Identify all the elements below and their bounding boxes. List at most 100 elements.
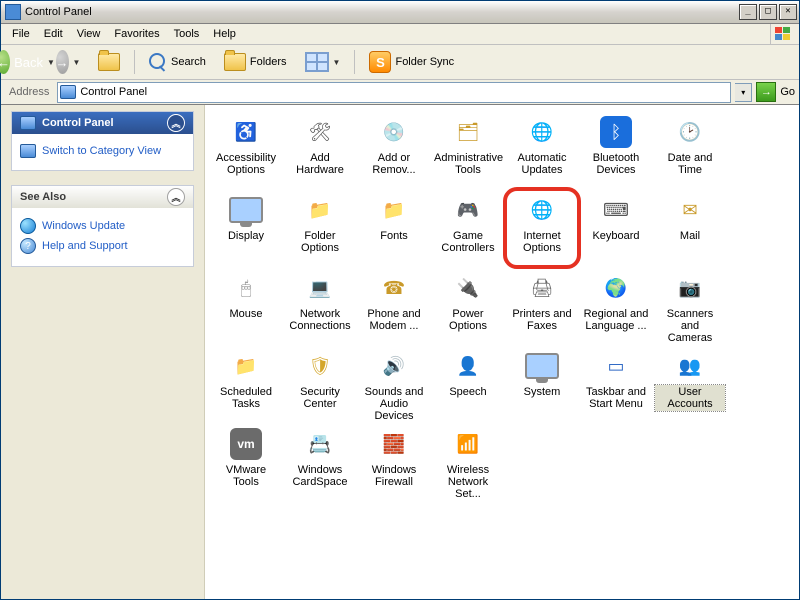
date-time-icon: 🕑 [673, 115, 707, 149]
forward-button[interactable]: → ▼ [49, 49, 87, 75]
folders-button[interactable]: Folders [217, 48, 294, 76]
item-phone-modem[interactable]: ☎Phone and Modem ... [359, 269, 429, 345]
link-label: Switch to Category View [42, 145, 161, 157]
item-scanners-cameras[interactable]: 📷Scanners and Cameras [655, 269, 725, 345]
back-label: Back [14, 55, 43, 70]
sidebar: Control Panel ︽ Switch to Category View … [1, 105, 205, 599]
item-wireless[interactable]: 📶Wireless Network Set... [433, 425, 503, 501]
explorer-body: Control Panel ︽ Switch to Category View … [1, 105, 799, 599]
view-mode-button[interactable]: ▼ [298, 48, 348, 76]
item-internet-options[interactable]: 🌐Internet Options [507, 191, 577, 267]
item-sounds[interactable]: 🔊Sounds and Audio Devices [359, 347, 429, 423]
item-user-accounts[interactable]: 👥User Accounts [655, 347, 725, 423]
mouse-icon: 🖱 [229, 271, 263, 305]
panel-title: Control Panel [42, 117, 114, 129]
mail-icon: ✉ [673, 193, 707, 227]
item-display[interactable]: Display [211, 191, 281, 267]
folder-sync-button[interactable]: S Folder Sync [362, 48, 461, 76]
item-system[interactable]: System [507, 347, 577, 423]
go-arrow-icon: → [761, 86, 772, 98]
item-power-options[interactable]: 🔌Power Options [433, 269, 503, 345]
link-help-support[interactable]: ? Help and Support [20, 236, 185, 256]
item-label: Phone and Modem ... [359, 307, 429, 333]
item-label: Add Hardware [285, 151, 355, 177]
item-label: Printers and Faxes [507, 307, 577, 333]
item-taskbar[interactable]: ▭Taskbar and Start Menu [581, 347, 651, 423]
item-security-center[interactable]: 🛡Security Center [285, 347, 355, 423]
address-dropdown[interactable]: ▾ [735, 83, 752, 102]
link-windows-update[interactable]: Windows Update [20, 216, 185, 236]
item-bluetooth[interactable]: ᛒBluetooth Devices [581, 113, 651, 189]
toolbar: ← Back ▼ → ▼ Search Folders ▼ S Folder S… [1, 45, 799, 80]
windows-firewall-icon: 🧱 [377, 427, 411, 461]
item-printers-faxes[interactable]: 🖨Printers and Faxes [507, 269, 577, 345]
phone-modem-icon: ☎ [377, 271, 411, 305]
item-label: Internet Options [507, 229, 577, 255]
back-icon: ← [0, 50, 10, 74]
internet-options-icon: 🌐 [525, 193, 559, 227]
item-date-time[interactable]: 🕑Date and Time [655, 113, 725, 189]
sounds-icon: 🔊 [377, 349, 411, 383]
item-label: Wireless Network Set... [433, 463, 503, 501]
item-speech[interactable]: 👤 Speech [433, 347, 503, 423]
item-label: Windows Firewall [359, 463, 429, 489]
item-label: User Accounts [655, 385, 725, 411]
scanners-cameras-icon: 📷 [673, 271, 707, 305]
item-label: Taskbar and Start Menu [581, 385, 651, 411]
item-windows-cardspace[interactable]: 📇Windows CardSpace [285, 425, 355, 501]
up-button[interactable] [91, 48, 127, 76]
item-game-controllers[interactable]: 🎮Game Controllers [433, 191, 503, 267]
item-folder-options[interactable]: 📁Folder Options [285, 191, 355, 267]
item-auto-updates[interactable]: 🌐Automatic Updates [507, 113, 577, 189]
bluetooth-icon: ᛒ [599, 115, 633, 149]
item-vmware-tools[interactable]: vmVMware Tools [211, 425, 281, 501]
item-label: Display [226, 229, 266, 243]
view-grid-icon [305, 52, 329, 72]
item-label: Mouse [227, 307, 264, 321]
add-remove-icon: 💿 [377, 115, 411, 149]
menu-file[interactable]: File [5, 26, 37, 42]
item-regional[interactable]: 🌍Regional and Language ... [581, 269, 651, 345]
back-button[interactable]: ← Back ▼ [7, 49, 45, 75]
speech-icon: 👤 [451, 349, 485, 383]
window-title: Control Panel [25, 6, 737, 18]
item-accessibility-options[interactable]: ♿Accessibility Options [211, 113, 281, 189]
search-button[interactable]: Search [142, 48, 213, 76]
menu-tools[interactable]: Tools [167, 26, 207, 42]
panel-header-control-panel[interactable]: Control Panel ︽ [12, 112, 193, 134]
windows-flag-icon [770, 24, 795, 44]
item-mail[interactable]: ✉Mail [655, 191, 725, 267]
search-label: Search [171, 56, 206, 68]
menu-edit[interactable]: Edit [37, 26, 70, 42]
item-add-remove[interactable]: 💿Add or Remov... [359, 113, 429, 189]
item-label: Speech [447, 385, 488, 399]
item-label: Scanners and Cameras [655, 307, 725, 345]
item-label: Regional and Language ... [581, 307, 651, 333]
item-admin-tools[interactable]: 🗂Administrative Tools [433, 113, 503, 189]
separator [354, 50, 355, 74]
item-label: Accessibility Options [211, 151, 281, 177]
item-add-hardware[interactable]: 🛠Add Hardware [285, 113, 355, 189]
item-fonts[interactable]: 📁Fonts [359, 191, 429, 267]
go-button[interactable]: → [756, 82, 776, 102]
item-label: Fonts [378, 229, 410, 243]
close-button[interactable]: ✕ [779, 4, 797, 20]
network-connections-icon: 💻 [303, 271, 337, 305]
menu-view[interactable]: View [70, 26, 108, 42]
menu-help[interactable]: Help [206, 26, 243, 42]
panel-header-see-also[interactable]: See Also ︽ [12, 186, 193, 208]
menu-favorites[interactable]: Favorites [107, 26, 166, 42]
item-keyboard[interactable]: ⌨Keyboard [581, 191, 651, 267]
minimize-button[interactable]: _ [739, 4, 757, 20]
maximize-button[interactable]: □ [759, 4, 777, 20]
system-icon [525, 349, 559, 383]
power-options-icon: 🔌 [451, 271, 485, 305]
folder-icon [224, 53, 246, 71]
vmware-tools-icon: vm [229, 427, 263, 461]
item-network-connections[interactable]: 💻Network Connections [285, 269, 355, 345]
item-windows-firewall[interactable]: 🧱Windows Firewall [359, 425, 429, 501]
address-input[interactable]: Control Panel [57, 82, 731, 103]
link-switch-category-view[interactable]: Switch to Category View [20, 142, 185, 160]
item-mouse[interactable]: 🖱 Mouse [211, 269, 281, 345]
item-scheduled-tasks[interactable]: 📁Scheduled Tasks [211, 347, 281, 423]
